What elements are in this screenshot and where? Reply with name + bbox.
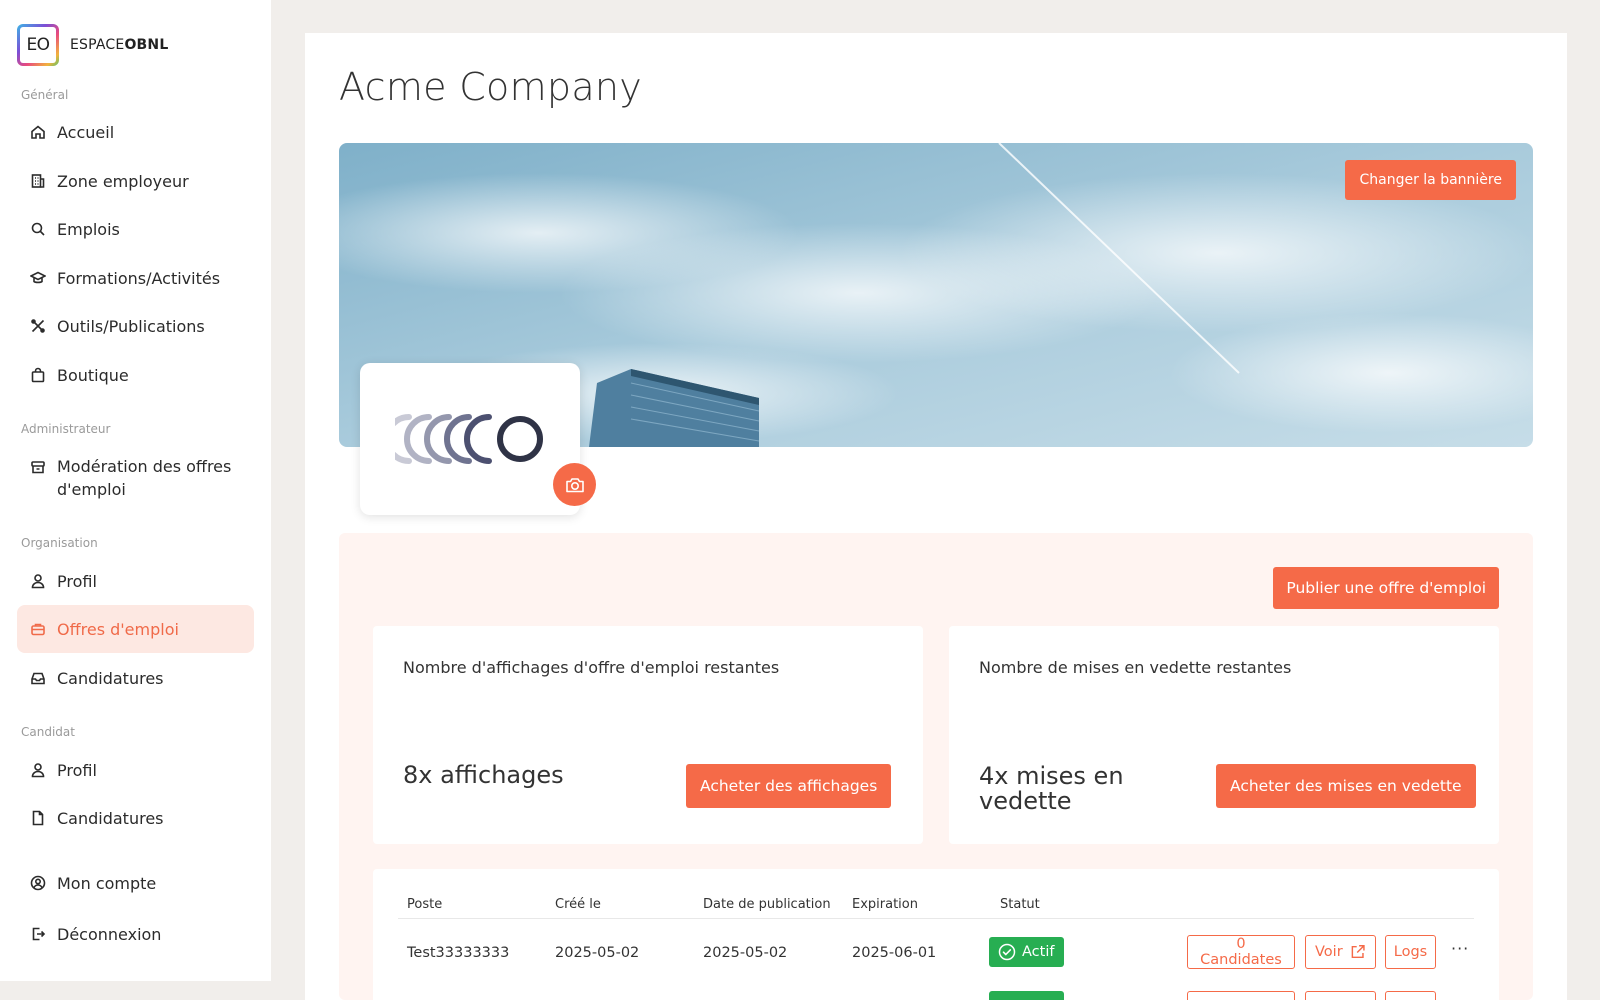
logout-icon bbox=[29, 925, 47, 943]
sidebar-item-label: Boutique bbox=[57, 365, 129, 385]
label-line-1: Modération des offres bbox=[57, 457, 232, 476]
sidebar-item-outils[interactable]: Outils/Publications bbox=[17, 302, 254, 350]
sidebar-item-org-profil[interactable]: Profil bbox=[17, 557, 254, 605]
page-title: Acme Company bbox=[339, 65, 643, 109]
featured-value: 4x mises en vedette bbox=[979, 764, 1124, 814]
sidebar-item-label: Candidatures bbox=[57, 808, 164, 828]
sidebar-item-cand-candidatures[interactable]: Candidatures bbox=[17, 794, 254, 842]
status-badge-partial bbox=[989, 991, 1064, 1000]
view-button[interactable]: Voir bbox=[1305, 935, 1376, 969]
briefcase-icon bbox=[29, 620, 47, 638]
cell-poste: Test33333333 bbox=[407, 945, 510, 961]
cell-publication: 2025-05-02 bbox=[703, 945, 788, 961]
buy-featured-button[interactable]: Acheter des mises en vedette bbox=[1216, 764, 1476, 808]
company-logo-card bbox=[360, 363, 580, 515]
postings-label: Nombre d'affichages d'offre d'emploi res… bbox=[403, 658, 780, 677]
sidebar-item-org-candidatures[interactable]: Candidatures bbox=[17, 654, 254, 702]
sidebar-item-emplois[interactable]: Emplois bbox=[17, 205, 254, 253]
tools-icon bbox=[29, 317, 47, 335]
featured-value-line-2: vedette bbox=[979, 787, 1072, 815]
building-icon bbox=[29, 172, 47, 190]
sidebar-item-label: Candidatures bbox=[57, 668, 164, 688]
column-header-poste: Poste bbox=[407, 897, 443, 912]
cell-cree: 2025-05-02 bbox=[555, 945, 640, 961]
table-header-divider bbox=[398, 918, 1474, 919]
featured-label: Nombre de mises en vedette restantes bbox=[979, 658, 1292, 677]
more-actions-button[interactable]: ··· bbox=[1451, 939, 1469, 958]
sidebar-item-label: Accueil bbox=[57, 122, 115, 142]
sidebar-item-boutique[interactable]: Boutique bbox=[17, 351, 254, 399]
sidebar: EO ESPACEOBNL Général Accueil Zone emplo… bbox=[0, 0, 271, 981]
featured-stat-card: Nombre de mises en vedette restantes 4x … bbox=[949, 626, 1499, 844]
cell-expiration: 2025-06-01 bbox=[852, 945, 937, 961]
app-logo[interactable]: EO ESPACEOBNL bbox=[17, 24, 168, 66]
inbox-icon bbox=[29, 669, 47, 687]
logo-text-bold: OBNL bbox=[124, 37, 169, 53]
status-badge: Actif bbox=[989, 937, 1064, 967]
column-header-cree: Créé le bbox=[555, 897, 601, 912]
user-icon bbox=[29, 572, 47, 590]
postings-stat-card: Nombre d'affichages d'offre d'emploi res… bbox=[373, 626, 923, 844]
sidebar-item-label: Mon compte bbox=[57, 873, 157, 893]
section-label-candidat: Candidat bbox=[21, 725, 75, 739]
sidebar-item-offres-emploi[interactable]: Offres d'emploi bbox=[17, 605, 254, 653]
sidebar-item-mon-compte[interactable]: Mon compte bbox=[17, 859, 254, 907]
sidebar-item-label: Profil bbox=[57, 571, 97, 591]
camera-icon bbox=[565, 477, 584, 492]
file-icon bbox=[29, 809, 47, 827]
sidebar-item-accueil[interactable]: Accueil bbox=[17, 108, 254, 156]
section-label-organisation: Organisation bbox=[21, 536, 98, 550]
change-logo-button[interactable] bbox=[553, 463, 596, 506]
external-link-icon bbox=[1351, 945, 1365, 959]
section-label-admin: Administrateur bbox=[21, 422, 111, 436]
job-offers-section: Publier une offre d'emploi Nombre d'affi… bbox=[339, 533, 1533, 1000]
sidebar-item-cand-profil[interactable]: Profil bbox=[17, 746, 254, 794]
view-button-partial[interactable] bbox=[1305, 991, 1376, 1000]
sidebar-item-label: Offres d'emploi bbox=[57, 619, 179, 639]
change-banner-button[interactable]: Changer la bannière bbox=[1345, 160, 1516, 200]
user-circle-icon bbox=[29, 874, 47, 892]
column-header-statut: Statut bbox=[1000, 897, 1040, 912]
company-logo bbox=[395, 414, 543, 464]
view-label: Voir bbox=[1315, 944, 1343, 960]
sidebar-item-deconnexion[interactable]: Déconnexion bbox=[17, 910, 254, 958]
logo-text: ESPACEOBNL bbox=[70, 37, 168, 53]
home-icon bbox=[29, 123, 47, 141]
logo-text-light: ESPACE bbox=[70, 37, 125, 53]
search-icon bbox=[29, 220, 47, 238]
sidebar-item-label: Profil bbox=[57, 760, 97, 780]
sidebar-item-label: Déconnexion bbox=[57, 924, 162, 944]
postings-value: 8x affichages bbox=[403, 761, 564, 789]
user-icon bbox=[29, 761, 47, 779]
shopping-bag-icon bbox=[29, 366, 47, 384]
publish-job-button[interactable]: Publier une offre d'emploi bbox=[1273, 567, 1499, 609]
sidebar-item-label: Zone employeur bbox=[57, 171, 189, 191]
buy-postings-button[interactable]: Acheter des affichages bbox=[686, 764, 892, 808]
status-label: Actif bbox=[1022, 944, 1055, 960]
job-offers-table: Poste Créé le Date de publication Expira… bbox=[373, 869, 1499, 1000]
graduation-cap-icon bbox=[29, 269, 47, 287]
sidebar-item-label: Formations/Activités bbox=[57, 268, 221, 288]
sidebar-item-zone-employeur[interactable]: Zone employeur bbox=[17, 157, 254, 205]
candidates-button-partial[interactable] bbox=[1187, 991, 1295, 1000]
logo-mark: EO bbox=[17, 24, 59, 66]
archive-icon bbox=[29, 458, 47, 476]
column-header-publication: Date de publication bbox=[703, 897, 831, 912]
logs-button[interactable]: Logs bbox=[1385, 935, 1436, 969]
sidebar-item-moderation[interactable]: Modération des offres d'emploi bbox=[17, 447, 254, 503]
sidebar-item-label: Modération des offres d'emploi bbox=[57, 455, 231, 501]
candidates-button[interactable]: 0 Candidates bbox=[1187, 935, 1295, 969]
section-label-general: Général bbox=[21, 88, 69, 102]
label-line-2: d'emploi bbox=[57, 480, 126, 499]
check-circle-icon bbox=[998, 943, 1016, 961]
sidebar-item-label: Outils/Publications bbox=[57, 316, 205, 336]
featured-value-line-1: 4x mises en bbox=[979, 762, 1124, 790]
column-header-expiration: Expiration bbox=[852, 897, 918, 912]
logs-button-partial[interactable] bbox=[1385, 991, 1436, 1000]
sidebar-item-formations[interactable]: Formations/Activités bbox=[17, 254, 254, 302]
main-panel: Acme Company Changer la bannière Publier… bbox=[305, 33, 1567, 1000]
sidebar-item-label: Emplois bbox=[57, 219, 120, 239]
